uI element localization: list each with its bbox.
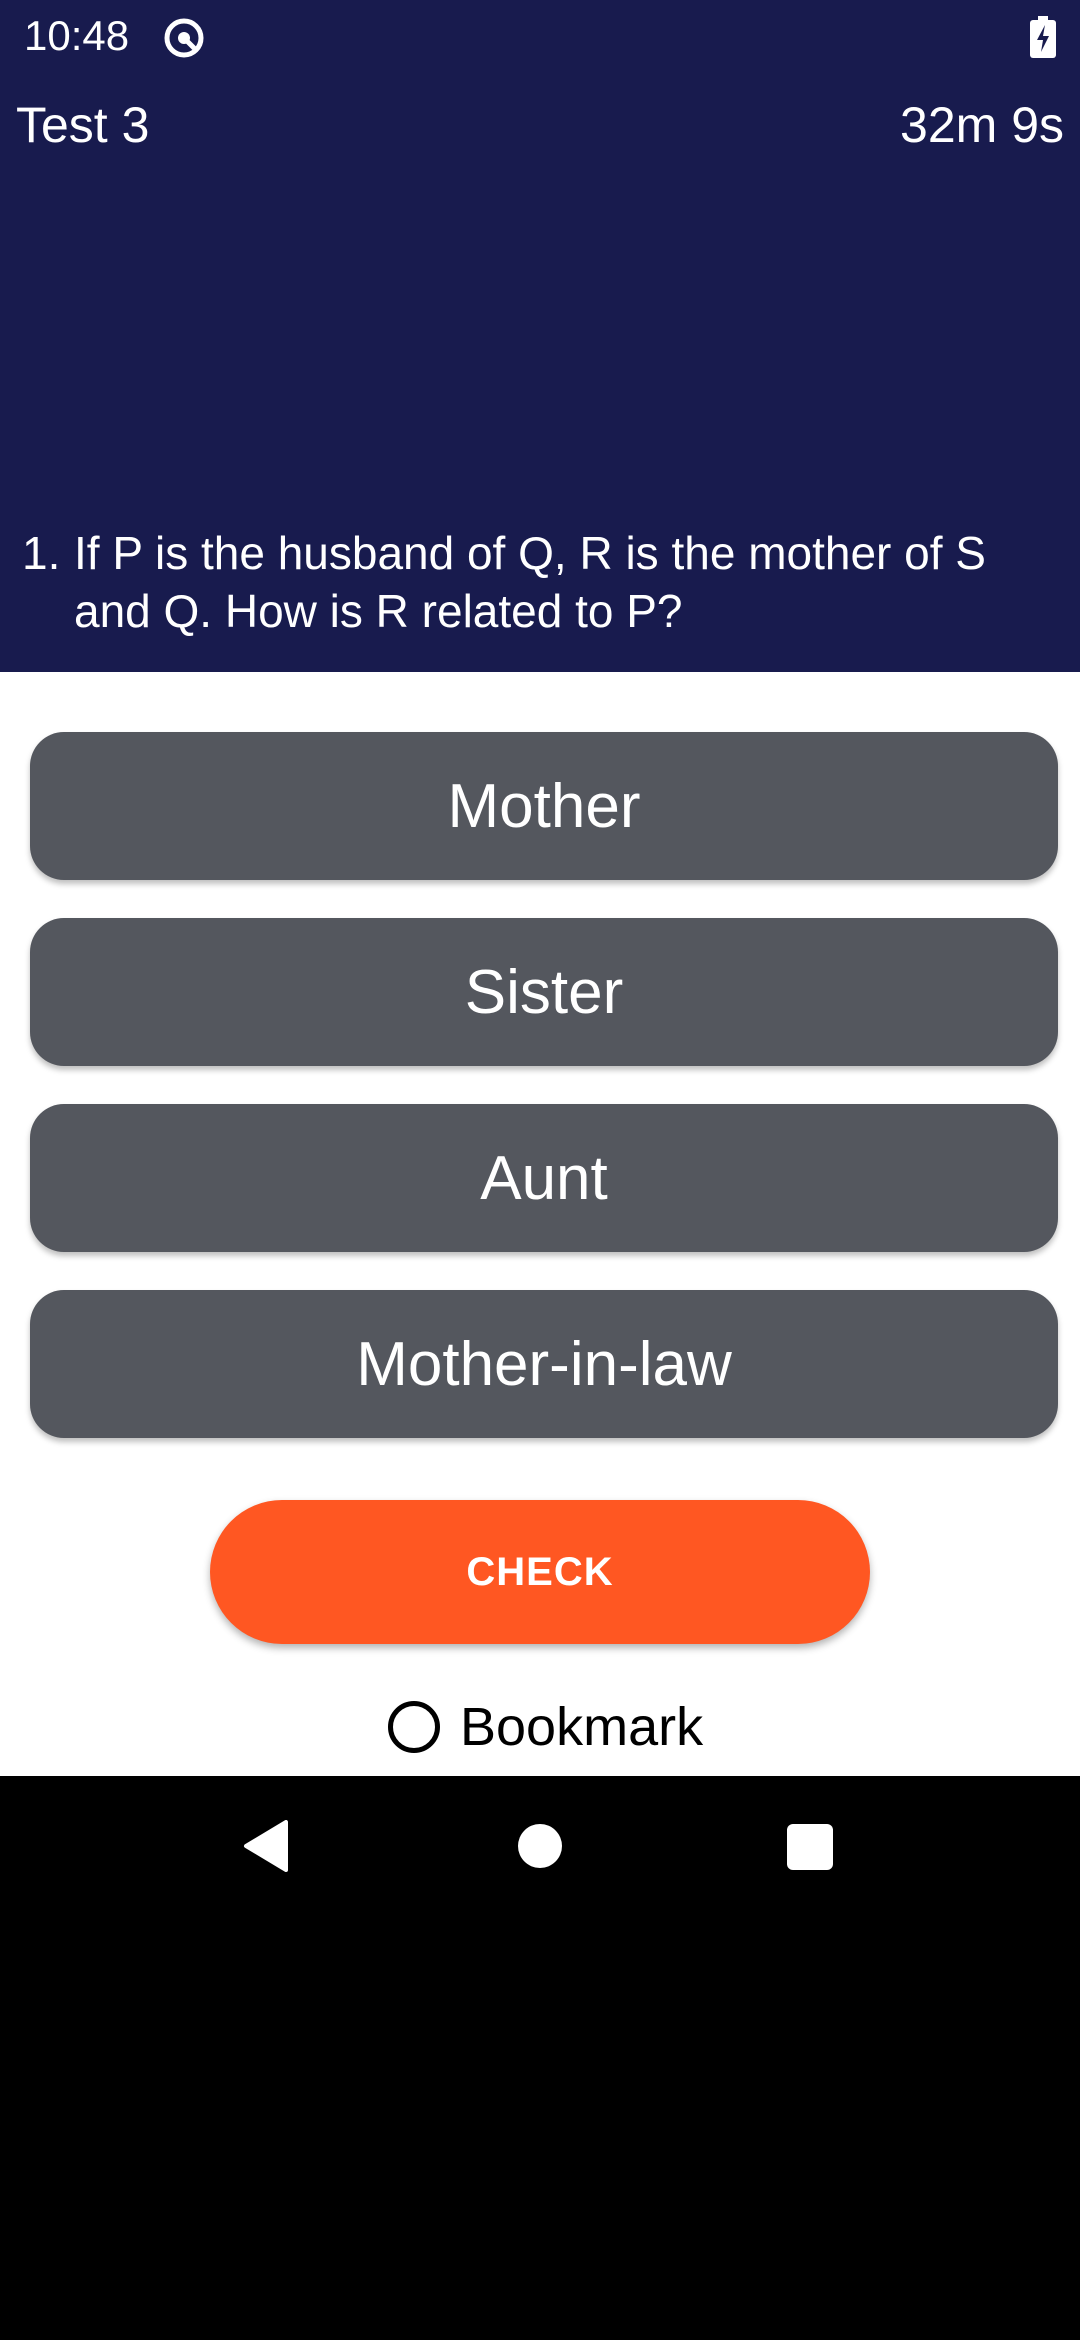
option-mother[interactable]: Mother — [30, 732, 1058, 880]
option-sister[interactable]: Sister — [30, 918, 1058, 1066]
nav-back-icon[interactable] — [242, 1820, 290, 1872]
question: 1. If P is the husband of Q, R is the mo… — [22, 524, 1062, 640]
countdown-timer: 32m 9s — [900, 97, 1064, 153]
bookmark-toggle[interactable]: Bookmark — [388, 1692, 703, 1762]
header: 10:48 Test 3 32m 9s 1. If P is the husba… — [0, 0, 1080, 672]
test-title: Test 3 — [16, 97, 150, 153]
question-number: 1. — [22, 527, 61, 579]
battery-charging-icon — [1030, 16, 1056, 58]
system-nav-bar — [0, 1776, 1080, 1916]
bookmark-label: Bookmark — [460, 1697, 704, 1757]
nav-home-icon[interactable] — [518, 1824, 562, 1868]
answer-area: Mother Sister Aunt Mother-in-law CHECK B… — [0, 672, 1080, 1776]
nav-recents-icon[interactable] — [787, 1824, 833, 1870]
app-status-icon — [164, 18, 204, 58]
check-button[interactable]: CHECK — [210, 1500, 870, 1644]
option-mother-in-law[interactable]: Mother-in-law — [30, 1290, 1058, 1438]
radio-unchecked-icon — [388, 1701, 440, 1753]
status-time: 10:48 — [24, 12, 130, 59]
status-bar: 10:48 — [0, 0, 1080, 72]
question-text: If P is the husband of Q, R is the mothe… — [74, 527, 986, 637]
option-aunt[interactable]: Aunt — [30, 1104, 1058, 1252]
